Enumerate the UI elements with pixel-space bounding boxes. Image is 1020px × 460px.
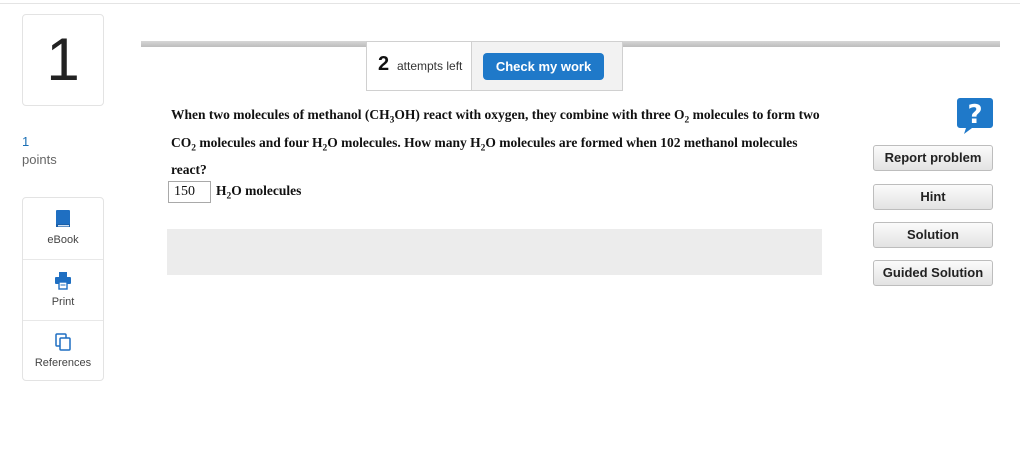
hint-button[interactable]: Hint [873,184,993,210]
unit-part: H [216,182,227,198]
question-number: 1 [46,26,80,93]
answer-row: H2O molecules [168,181,301,203]
points-value: 1 [22,134,30,149]
references-button[interactable]: References [23,320,103,381]
references-label: References [34,357,92,369]
references-icon [55,333,71,351]
tools-panel: eBook Print References [22,197,104,381]
ebook-label: eBook [47,234,79,246]
help-icon[interactable]: ? [956,97,994,134]
question-text-part: OH) react with oxygen, they combine with… [394,107,685,122]
attempts-count: 2 [378,53,390,75]
question-text-part: molecules and four H [196,134,323,150]
solution-button[interactable]: Solution [873,222,993,248]
ebook-icon [56,210,70,227]
ebook-button[interactable]: eBook [23,198,103,259]
answer-input[interactable] [168,181,211,203]
print-icon [55,272,71,290]
question-text-part: When two molecules of methanol (CH [171,107,390,122]
print-label: Print [51,296,75,308]
check-my-work-button[interactable]: Check my work [483,53,604,80]
unit-part: O molecules [231,182,302,198]
attempts-label: attempts left [397,59,463,73]
points-label: points [22,152,57,167]
feedback-area [167,229,822,275]
question-number-box: 1 [22,14,104,106]
report-problem-button[interactable]: Report problem [873,145,993,171]
guided-solution-button[interactable]: Guided Solution [873,260,993,286]
attempts-indicator: 2 attempts left [366,41,472,91]
svg-text:?: ? [967,100,982,130]
top-divider [0,3,1020,4]
answer-unit: H2O molecules [216,183,301,202]
question-text: When two molecules of methanol (CH3OH) r… [171,104,831,180]
check-work-area: Check my work [472,41,623,91]
print-button[interactable]: Print [23,259,103,320]
question-text-part: O molecules. How many H [327,134,481,150]
